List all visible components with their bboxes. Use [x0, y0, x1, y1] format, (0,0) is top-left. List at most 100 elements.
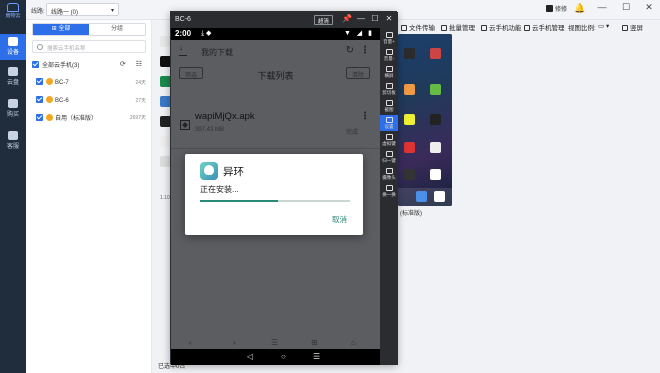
clipboard-button[interactable]: 剪切板 [380, 81, 398, 97]
system-nav-bar: ◁ ○ ☰ [171, 349, 380, 365]
file-size: 397.43 MB [195, 127, 225, 133]
back-icon[interactable]: ‹ [189, 338, 192, 347]
phone-status-bar: 2:00 ⤓ ◆ ▼ ◢ ▮ [171, 28, 380, 40]
tabs-icon[interactable]: ⊞ [311, 338, 318, 347]
device-icon [8, 37, 18, 46]
app-icon [200, 162, 218, 180]
app-icon [430, 142, 441, 153]
cart-icon [8, 99, 18, 108]
app-icon [404, 142, 415, 153]
webcam-button[interactable]: 摄像头 [380, 166, 398, 182]
cloud-icon [8, 67, 18, 76]
forward-icon[interactable]: › [233, 338, 236, 347]
side-strip-text: 1.10 [160, 195, 170, 201]
back-button[interactable]: ◁ [247, 352, 253, 361]
recents-button[interactable]: ☰ [313, 352, 320, 361]
camera-icon [385, 100, 393, 106]
nav-buy[interactable]: 购买 [0, 96, 26, 122]
cloud-phone-preview[interactable] [398, 34, 452, 206]
pin-icon[interactable]: 📌 [342, 14, 352, 23]
window-title: BC-6 [175, 16, 191, 23]
left-nav-rail: 雨物云 设备 云盘 购买 客服 [0, 0, 26, 373]
select-all-row[interactable]: 全部云手机(3) ⟳ ☷ [32, 60, 172, 70]
portrait-icon [622, 25, 628, 31]
checkbox[interactable] [36, 114, 43, 121]
cancel-button[interactable]: 取消 [332, 214, 347, 225]
route-select[interactable]: 线路一 (0) ▾ [46, 3, 119, 16]
nav-device[interactable]: 设备 [0, 34, 26, 60]
checkbox[interactable] [36, 96, 43, 103]
minimize-button[interactable]: — [596, 2, 608, 12]
landscape-button[interactable]: 横屏 [380, 64, 398, 80]
nav-cloud-disk[interactable]: 云盘 [0, 64, 26, 90]
portrait-toggle[interactable]: 竖屏 [622, 22, 643, 32]
device-status-icon [46, 78, 53, 85]
gear-icon [385, 117, 393, 123]
file-icon [401, 25, 407, 31]
route-label: 线路: [31, 9, 45, 15]
minimize-icon[interactable]: — [356, 14, 366, 23]
swap-icon [385, 185, 393, 191]
file-name: wapiMjQx.apk [195, 111, 255, 122]
download-item[interactable]: wapiMjQx.apk 397.43 MB 完成 ⋮ [177, 108, 374, 144]
search-icon [37, 44, 43, 50]
more-icon[interactable]: ⋮ [360, 45, 370, 56]
checkbox-all[interactable] [32, 61, 39, 68]
appbar-title: 我的下载 [201, 48, 233, 57]
key-icon [385, 151, 393, 157]
download-icon [179, 43, 187, 56]
one-key-button[interactable]: 归一键 [380, 149, 398, 165]
close-icon[interactable]: ✕ [384, 14, 394, 23]
clipboard-icon [385, 83, 393, 89]
app-icon [430, 114, 441, 125]
refresh-icon[interactable]: ⟳ ☷ [120, 60, 146, 68]
gear-icon [481, 25, 487, 31]
user-icon [546, 5, 553, 12]
home-icon[interactable]: ⌂ [351, 338, 356, 347]
list-tabs: ⊞ 全部 分组 [32, 23, 146, 36]
virtual-keys-button[interactable]: 虚拟键 [380, 132, 398, 148]
more-icon[interactable]: ⋮ [360, 111, 370, 122]
app-icon [404, 114, 415, 125]
file-transfer-button[interactable]: 文件传输 [401, 22, 435, 32]
logo-icon [7, 3, 19, 12]
menu-icon[interactable]: ☰ [271, 338, 278, 347]
settings-button[interactable]: 设置 [380, 115, 398, 131]
app-icon [404, 48, 415, 59]
tab-group[interactable]: 分组 [89, 24, 145, 35]
divider [171, 148, 380, 149]
view-ratio-select[interactable]: ▭ ▾ [598, 22, 609, 30]
filter-button[interactable]: 筛选 [179, 67, 204, 79]
file-status: 完成 [345, 130, 358, 136]
download-app-bar: 我的下载 ↻ ⋮ 下载列表 筛选 清除 [171, 40, 380, 100]
app-icon [404, 84, 415, 95]
rotate-icon [385, 66, 393, 72]
batch-manage-button[interactable]: 批量管理 [441, 22, 475, 32]
cloud-phone-function-button[interactable]: 云手机功能 [481, 22, 522, 32]
screenshot-button[interactable]: 截图 [380, 98, 398, 114]
volume-down-button[interactable]: 音量- [380, 47, 398, 63]
refresh-icon[interactable]: ↻ [346, 45, 354, 56]
chevron-down-icon: ▾ [110, 8, 114, 14]
tab-all[interactable]: ⊞ 全部 [33, 24, 89, 35]
user-menu[interactable]: 修修 [546, 4, 567, 13]
maximize-icon[interactable]: ☐ [370, 14, 380, 23]
swap-button[interactable]: 换一换 [380, 183, 398, 199]
home-button[interactable]: ○ [281, 352, 286, 361]
preview-caption: (标准版) [400, 211, 422, 217]
nav-support[interactable]: 客服 [0, 128, 26, 154]
close-button[interactable]: ✕ [643, 2, 655, 13]
device-status-icon [46, 96, 53, 103]
batch-icon [441, 25, 447, 31]
search-input[interactable]: 搜索云手机名称 [32, 40, 146, 53]
clear-button[interactable]: 清除 [345, 67, 370, 79]
quality-select[interactable]: 超清 [314, 15, 334, 25]
install-message: 正在安装... [200, 185, 239, 194]
cloud-phone-manage-button[interactable]: 云手机管理 [524, 22, 565, 32]
device-window-titlebar[interactable]: BC-6 超清 📌 — ☐ ✕ [171, 12, 398, 28]
checkbox[interactable] [36, 78, 43, 85]
apk-icon [180, 120, 190, 130]
volume-up-button[interactable]: 音量+ [380, 30, 398, 46]
maximize-button[interactable]: ☐ [620, 2, 632, 13]
bell-icon[interactable]: 🔔 [574, 3, 586, 14]
